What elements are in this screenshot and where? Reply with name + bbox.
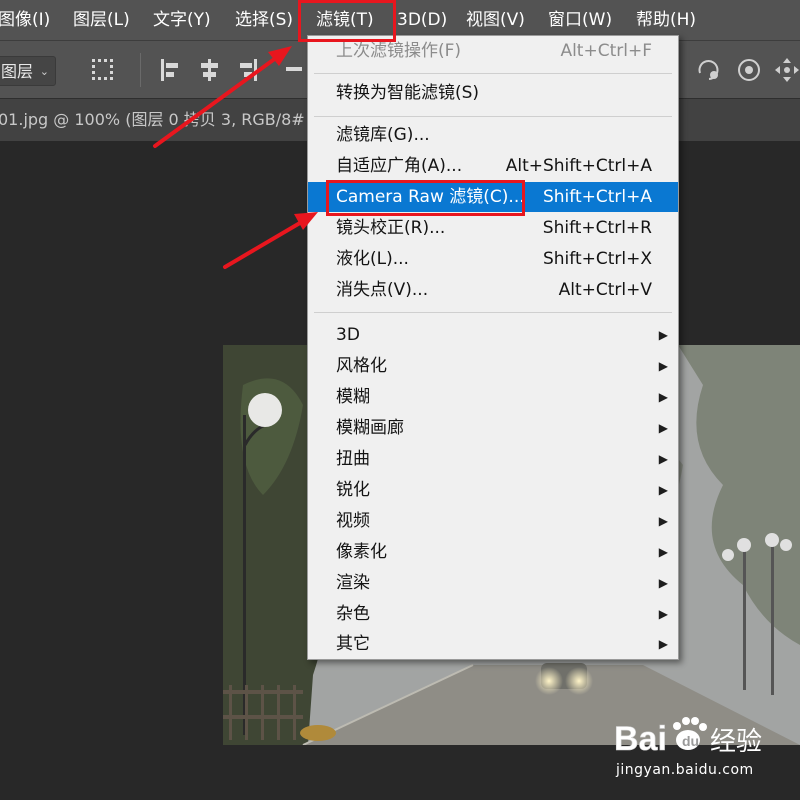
menu-item-other[interactable]: 其它 ▶: [308, 629, 678, 659]
menu-item-adaptive-wide-angle[interactable]: 自适应广角(A)... Alt+Shift+Ctrl+A: [308, 151, 678, 181]
menu-item-blur-gallery[interactable]: 模糊画廊 ▶: [308, 413, 678, 443]
menu-item-label: 转换为智能滤镜(S): [336, 83, 480, 103]
filter-menu: 上次滤镜操作(F) Alt+Ctrl+F 转换为智能滤镜(S) 滤镜库(G)..…: [307, 35, 679, 660]
submenu-arrow-icon: ▶: [658, 328, 668, 342]
menu-item-filter-gallery[interactable]: 滤镜库(G)...: [308, 120, 678, 150]
chevron-down-icon: ⌄: [39, 65, 49, 78]
submenu-arrow-icon: ▶: [658, 607, 668, 621]
menu-item-label: 扭曲: [336, 449, 370, 469]
auto-select-value: 图层: [1, 62, 34, 81]
menu-item-lens-correction[interactable]: 镜头校正(R)... Shift+Ctrl+R: [308, 213, 678, 243]
menu-3d[interactable]: 3D(D): [397, 0, 447, 40]
menu-bar: 图像(I) 图层(L) 文字(Y) 选择(S) 滤镜(T) 3D(D) 视图(V…: [0, 0, 800, 40]
menu-separator: [314, 116, 672, 117]
align-top-icon[interactable]: [282, 57, 304, 83]
submenu-arrow-icon: ▶: [658, 452, 668, 466]
submenu-arrow-icon: ▶: [658, 359, 668, 373]
menu-item-label: 视频: [336, 511, 370, 531]
menu-item-shortcut: Alt+Ctrl+F: [560, 41, 652, 61]
menu-item-video[interactable]: 视频 ▶: [308, 506, 678, 536]
menu-item-shortcut: Alt+Ctrl+V: [558, 280, 652, 300]
submenu-arrow-icon: ▶: [658, 514, 668, 528]
annotation-box-filter-menu: [298, 0, 396, 42]
submenu-arrow-icon: ▶: [658, 421, 668, 435]
annotation-box-camera-raw: [326, 180, 525, 216]
submenu-arrow-icon: ▶: [658, 483, 668, 497]
menu-item-label: 自适应广角(A)...: [336, 156, 463, 176]
menu-item-label: 模糊画廊: [336, 418, 404, 438]
menu-type[interactable]: 文字(Y): [153, 0, 211, 40]
menu-item-label: 消失点(V)...: [336, 280, 429, 300]
menu-item-render[interactable]: 渲染 ▶: [308, 568, 678, 598]
menu-item-label: 液化(L)...: [336, 249, 409, 269]
marquee-icon[interactable]: [90, 57, 118, 85]
submenu-arrow-icon: ▶: [658, 637, 668, 651]
divider: [140, 53, 141, 87]
menu-separator: [314, 73, 672, 74]
annotation-arrow-2: [223, 212, 318, 269]
submenu-arrow-icon: ▶: [658, 545, 668, 559]
menu-help[interactable]: 帮助(H): [636, 0, 696, 40]
menu-item-label: 模糊: [336, 387, 370, 407]
menu-item-pixelate[interactable]: 像素化 ▶: [308, 537, 678, 567]
menu-item-stylize[interactable]: 风格化 ▶: [308, 351, 678, 381]
menu-layer[interactable]: 图层(L): [73, 0, 130, 40]
submenu-arrow-icon: ▶: [658, 390, 668, 404]
menu-image[interactable]: 图像(I): [0, 0, 50, 40]
menu-item-shortcut: Shift+Ctrl+A: [542, 187, 652, 207]
menu-item-label: 杂色: [336, 604, 370, 624]
menu-item-label: 其它: [336, 634, 370, 654]
rotate-3d-icon[interactable]: [694, 55, 724, 85]
svg-text:经验: 经验: [710, 727, 762, 757]
svg-text:Bai: Bai: [614, 720, 667, 758]
menu-item-shortcut: Shift+Ctrl+R: [542, 218, 652, 238]
menu-item-blur[interactable]: 模糊 ▶: [308, 382, 678, 412]
menu-select[interactable]: 选择(S): [235, 0, 293, 40]
menu-item-label: 锐化: [336, 480, 370, 500]
menu-item-label: 像素化: [336, 542, 387, 562]
menu-item-label: 镜头校正(R)...: [336, 218, 446, 238]
menu-item-label: 渲染: [336, 573, 370, 593]
menu-item-label: 风格化: [336, 356, 387, 376]
menu-item-convert-smart-filter[interactable]: 转换为智能滤镜(S): [308, 78, 678, 108]
menu-separator: [314, 312, 672, 313]
orbit-3d-icon[interactable]: [734, 55, 764, 85]
svg-text:du: du: [682, 733, 699, 749]
menu-view[interactable]: 视图(V): [466, 0, 525, 40]
menu-item-distort[interactable]: 扭曲 ▶: [308, 444, 678, 474]
baidu-watermark: Bai du 经验 jingyan.baidu.com: [612, 712, 792, 782]
pan-3d-icon[interactable]: [772, 55, 800, 85]
auto-select-dropdown[interactable]: 图层 ⌄: [0, 56, 56, 86]
menu-item-label: 3D: [336, 325, 360, 345]
menu-item-shortcut: Shift+Ctrl+X: [542, 249, 652, 269]
watermark-url: jingyan.baidu.com: [616, 762, 754, 778]
menu-window[interactable]: 窗口(W): [548, 0, 612, 40]
menu-item-vanishing-point[interactable]: 消失点(V)... Alt+Ctrl+V: [308, 275, 678, 305]
baidu-jingyan-logo: Bai du 经验: [614, 717, 762, 758]
menu-item-liquify[interactable]: 液化(L)... Shift+Ctrl+X: [308, 244, 678, 274]
document-tab[interactable]: 01.jpg @ 100% (图层 0 拷贝 3, RGB/8#: [0, 99, 305, 141]
align-left-icon[interactable]: [158, 57, 182, 83]
menu-item-sharpen[interactable]: 锐化 ▶: [308, 475, 678, 505]
menu-item-shortcut: Alt+Shift+Ctrl+A: [505, 156, 652, 176]
align-right-icon[interactable]: [236, 57, 260, 83]
menu-item-3d[interactable]: 3D ▶: [308, 320, 678, 350]
menu-item-label: 滤镜库(G)...: [336, 125, 430, 145]
align-center-icon[interactable]: [197, 57, 221, 83]
menu-item-noise[interactable]: 杂色 ▶: [308, 599, 678, 629]
submenu-arrow-icon: ▶: [658, 576, 668, 590]
